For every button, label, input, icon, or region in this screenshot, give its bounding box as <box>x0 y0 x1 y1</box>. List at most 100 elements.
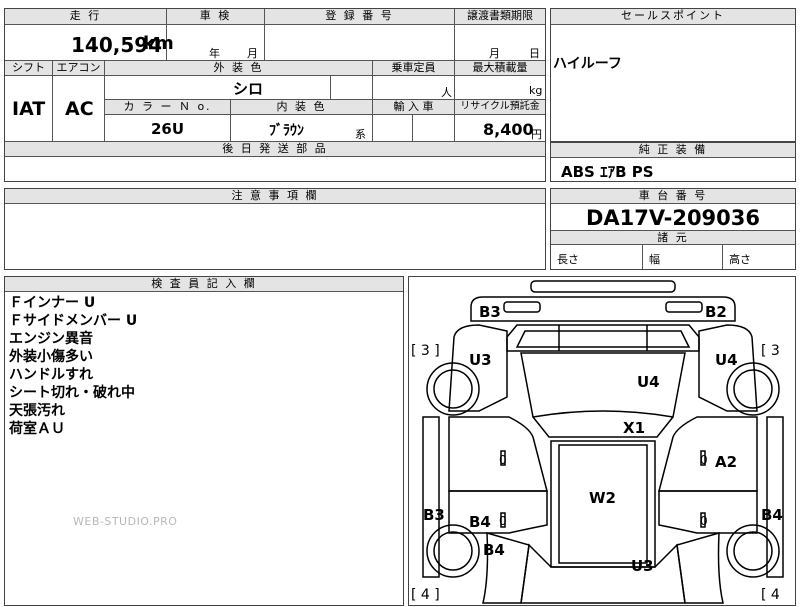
import-header: 輸 入 車 <box>373 100 455 115</box>
left-headlight-shape <box>503 301 541 313</box>
interior-suffix: 系 <box>355 128 366 141</box>
caution-header: 注 意 事 項 欄 <box>5 189 545 204</box>
height-cell: 高さ <box>723 245 795 269</box>
chassis-number: DA17V-209036 <box>585 206 761 230</box>
windshield-shape <box>515 330 691 348</box>
note-line: エンジン異音 <box>9 331 93 347</box>
loadcap-header: 最大積載量 <box>455 61 545 76</box>
import-cell-b <box>413 115 455 142</box>
inspection-header: 車 検 <box>167 9 265 25</box>
note-line: Ｆインナー U <box>9 295 96 311</box>
shift-header: シフト <box>5 61 53 76</box>
damage-label-b3-left: B3 <box>423 506 445 524</box>
damage-label-b4-left-b: B4 <box>483 541 505 559</box>
later-parts-header: 後 日 発 送 部 品 <box>5 142 545 157</box>
inspector-notes-list: Ｆインナー U Ｆサイドメンバー U エンジン異音 外装小傷多い ハンドルすれ … <box>9 294 137 438</box>
damage-label-u3-left: U3 <box>469 351 492 369</box>
transfer-month: 月 <box>489 47 500 60</box>
capacity-header: 乗車定員 <box>373 61 455 76</box>
length-label: 長さ <box>557 253 579 266</box>
shift-value: IAT <box>12 98 46 120</box>
standard-equipment-box: 純 正 装 備 ABS ｴｱB PS <box>550 142 796 182</box>
watermark: WEB-STUDIO.PRO <box>73 515 178 528</box>
damage-label-b3-top: B3 <box>479 303 501 321</box>
width-label: 幅 <box>649 253 660 266</box>
inspection-month: 月 <box>247 47 258 60</box>
transfer-day: 日 <box>529 47 540 60</box>
damage-label-b4-right: B4 <box>761 506 783 524</box>
mileage-header: 走 行 <box>5 9 167 25</box>
note-line: 荷室ＡＵ <box>9 421 65 437</box>
chassis-box: 車 台 番 号 DA17V-209036 諸 元 長さ 幅 高さ <box>550 188 796 270</box>
color-no-cell: 26U <box>105 115 231 142</box>
exterior-value: シロ <box>233 80 264 98</box>
registration-cell <box>265 25 455 61</box>
mark-zero-right-low: 0 <box>700 514 708 528</box>
transfer-cell: 月 日 <box>455 25 545 61</box>
vehicle-info-form: 走 行 車 検 登 録 番 号 譲渡書類期限 140,594 km 年 月 月 … <box>4 8 546 182</box>
height-label: 高さ <box>729 253 751 266</box>
note-line: 外装小傷多い <box>9 349 93 365</box>
recycle-header: リサイクル預託金 <box>455 100 545 115</box>
hood-shape <box>470 296 736 322</box>
sales-point-header: セールスポイント <box>551 9 795 25</box>
registration-header: 登 録 番 号 <box>265 9 455 25</box>
damage-label-u4-center: U4 <box>637 373 660 391</box>
shift-cell: IAT <box>5 76 53 142</box>
right-side-shape <box>766 416 784 578</box>
damage-label-u3-bottom: U3 <box>631 557 654 575</box>
bracket-right-bottom: [ 4 <box>761 587 780 603</box>
right-front-door-shape <box>658 416 758 492</box>
color-no-value: 26U <box>151 120 185 138</box>
inspector-notes-box: 検 査 員 記 入 欄 Ｆインナー U Ｆサイドメンバー U エンジン異音 外装… <box>4 276 404 606</box>
damage-label-b2-top: B2 <box>705 303 727 321</box>
wheel-front-left-shape <box>426 362 480 416</box>
ac-value: AC <box>65 98 94 120</box>
damage-label-u4-right: U4 <box>715 351 738 369</box>
bracket-left-top: [ 3 ] <box>411 343 440 359</box>
damage-label-a2: A2 <box>715 453 737 471</box>
interior-cell: ﾌﾞﾗｳﾝ 系 <box>231 115 373 142</box>
note-line: Ｆサイドメンバー U <box>9 313 138 329</box>
exterior-cell: シロ <box>105 76 331 100</box>
recycle-cell: 8,400 円 <box>455 115 545 142</box>
sales-point-value: ハイルーフ <box>553 56 622 72</box>
center-hood-shape <box>520 352 686 418</box>
damage-label-w2: W2 <box>589 489 616 507</box>
standard-equipment-value: ABS ｴｱB PS <box>561 163 654 181</box>
car-diagram: B3 B2 [ 3 ] [ 3 U3 U4 U4 X1 A2 0 0 W2 B3… <box>411 280 784 604</box>
ac-cell: AC <box>53 76 105 142</box>
length-cell: 長さ <box>551 245 643 269</box>
rear-section-shape <box>520 543 686 604</box>
damage-label-b4-left-a: B4 <box>469 513 491 531</box>
left-front-door-shape <box>448 416 548 492</box>
color-no-header: カ ラ ー Ｎ o. <box>105 100 231 115</box>
import-cell-a <box>373 115 413 142</box>
bracket-left-bottom: [ 4 ] <box>411 587 440 603</box>
interior-header: 内 装 色 <box>231 100 373 115</box>
ac-header: エアコン <box>53 61 105 76</box>
left-side-shape <box>422 416 440 578</box>
transfer-header: 譲渡書類期限 <box>455 9 545 25</box>
mark-zero-left: 0 <box>499 453 507 467</box>
caution-box: 注 意 事 項 欄 <box>4 188 546 270</box>
inspection-cell: 年 月 <box>167 25 265 61</box>
rear-right-quarter-shape <box>676 531 724 604</box>
interior-value: ﾌﾞﾗｳﾝ <box>269 123 304 139</box>
car-diagram-box: B3 B2 [ 3 ] [ 3 U3 U4 U4 X1 A2 0 0 W2 B3… <box>408 276 796 606</box>
capacity-cell: 人 <box>373 76 455 100</box>
mark-zero-left-low: 0 <box>499 514 507 528</box>
inspector-notes-header: 検 査 員 記 入 欄 <box>5 277 403 292</box>
note-line: シート切れ・破れ中 <box>9 385 135 401</box>
mark-zero-right: 0 <box>700 453 708 467</box>
width-cell: 幅 <box>643 245 723 269</box>
inspection-year: 年 <box>209 47 220 60</box>
capacity-unit: 人 <box>441 86 452 99</box>
note-line: 天張汚れ <box>9 403 65 419</box>
wheel-front-right-shape <box>726 362 780 416</box>
recycle-value: 8,400 <box>483 120 534 139</box>
exterior-header: 外 装 色 <box>105 61 373 76</box>
loadcap-cell: kg <box>455 76 545 100</box>
sales-point-box: セールスポイント ハイルーフ <box>550 8 796 142</box>
exterior-extra-cell <box>331 76 373 100</box>
